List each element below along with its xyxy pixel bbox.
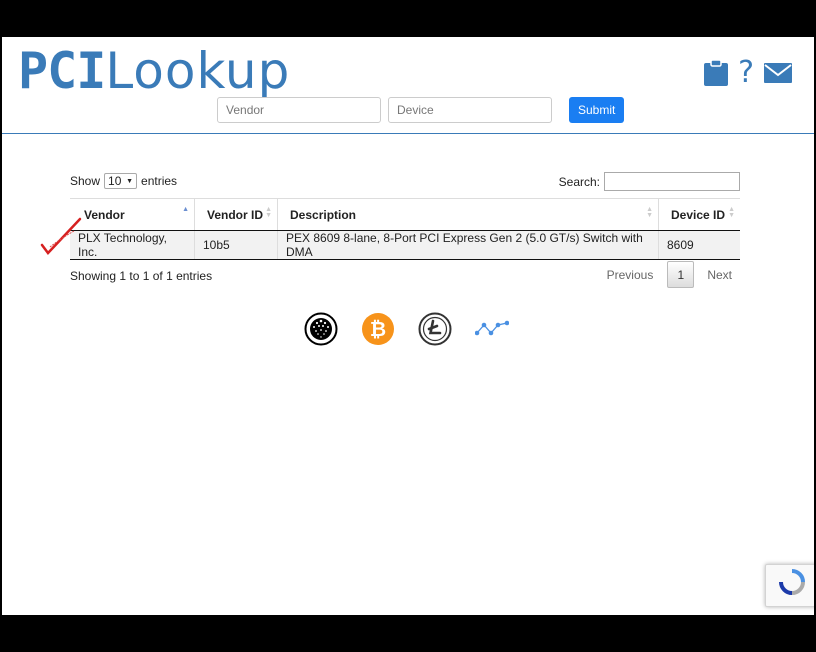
bitcoin-icon[interactable]: ₿ xyxy=(361,312,395,346)
help-icon[interactable]: ? xyxy=(738,58,754,88)
nano-icon[interactable] xyxy=(474,312,510,346)
previous-page-button[interactable]: Previous xyxy=(607,268,654,282)
submit-button[interactable]: Submit xyxy=(569,97,625,123)
recaptcha-icon xyxy=(779,569,805,595)
table-info: Showing 1 to 1 of 1 entries xyxy=(70,269,213,283)
cell-device-id: 8609 xyxy=(658,230,740,260)
results-table: Vendor ▲ Vendor ID ▲ ▼ Description ▲ ▼ Device… xyxy=(70,198,740,260)
search-label: Search: xyxy=(558,174,600,189)
entries-label: entries xyxy=(141,174,178,188)
sort-icon: ▲ ▼ xyxy=(728,206,735,219)
litecoin-icon[interactable] xyxy=(418,312,452,346)
column-header-device-id[interactable]: Device ID ▲ ▼ xyxy=(658,198,740,231)
page: PCILookup ? Submit Show 10 ▼ entries xyxy=(2,37,814,615)
pagination: Previous 1 Next xyxy=(607,261,732,288)
table-row[interactable]: PLX Technology, Inc. 10b5 PEX 8609 8-lan… xyxy=(70,230,740,260)
cell-vendor-id: 10b5 xyxy=(194,230,278,260)
top-icons: ? xyxy=(704,58,792,88)
cell-description: PEX 8609 8-lane, 8-Port PCI Express Gen … xyxy=(277,230,659,260)
device-input[interactable] xyxy=(388,97,552,123)
table-header-row: Vendor ▲ Vendor ID ▲ ▼ Description ▲ ▼ Device… xyxy=(70,198,740,231)
sort-asc-icon: ▲ xyxy=(182,206,189,213)
table-search: Search: xyxy=(559,172,740,191)
crypto-donation-icons: ₿ xyxy=(304,312,510,346)
page-1-button[interactable]: 1 xyxy=(667,261,695,288)
entries-select[interactable]: 10 ▼ xyxy=(104,173,138,189)
show-label: Show xyxy=(70,174,101,188)
entries-length-control: Show 10 ▼ entries xyxy=(70,173,177,189)
sort-icon: ▲ ▼ xyxy=(265,206,272,219)
envelope-icon[interactable] xyxy=(764,63,792,83)
column-header-description[interactable]: Description ▲ ▼ xyxy=(277,198,659,231)
svg-text:₿: ₿ xyxy=(370,317,386,341)
iota-icon[interactable] xyxy=(304,312,338,346)
table-search-input[interactable] xyxy=(604,172,740,191)
site-logo[interactable]: PCILookup xyxy=(18,40,290,102)
recaptcha-badge[interactable] xyxy=(765,564,814,607)
column-header-vendor-id[interactable]: Vendor ID ▲ ▼ xyxy=(194,198,278,231)
header-divider xyxy=(2,133,814,134)
dropdown-caret-icon: ▼ xyxy=(126,177,134,185)
lookup-form: Submit xyxy=(217,97,625,123)
vendor-input[interactable] xyxy=(217,97,381,123)
cell-vendor: PLX Technology, Inc. xyxy=(70,230,195,260)
sort-icon: ▲ ▼ xyxy=(646,206,653,219)
red-checkmark-icon xyxy=(40,215,84,260)
next-page-button[interactable]: Next xyxy=(707,268,732,282)
clipboard-icon[interactable] xyxy=(704,60,729,86)
column-header-vendor[interactable]: Vendor ▲ xyxy=(70,198,195,231)
